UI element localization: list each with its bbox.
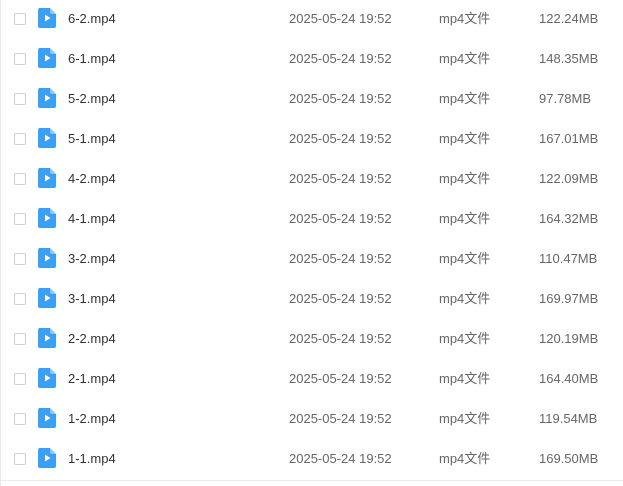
modified-date: 2025-05-24 19:52: [289, 371, 392, 386]
row-checkbox[interactable]: [14, 13, 26, 25]
row-checkbox[interactable]: [14, 213, 26, 225]
file-name-link[interactable]: 6-1.mp4: [68, 40, 116, 80]
file-row[interactable]: 2-1.mp4 2025-05-24 19:52 mp4文件 164.40MB: [1, 360, 623, 400]
video-file-icon: [38, 408, 56, 428]
file-row[interactable]: 1-1.mp4 2025-05-24 19:52 mp4文件 169.50MB: [1, 440, 623, 480]
file-size: 164.32MB: [539, 211, 599, 226]
file-row[interactable]: 1-2.mp4 2025-05-24 19:52 mp4文件 119.54MB: [1, 400, 623, 440]
row-checkbox[interactable]: [14, 373, 26, 385]
file-type: mp4文件: [439, 291, 491, 306]
file-name-link[interactable]: 2-2.mp4: [68, 320, 116, 360]
video-file-icon: [38, 48, 56, 68]
file-row[interactable]: 6-2.mp4 2025-05-24 19:52 mp4文件 122.24MB: [1, 0, 623, 40]
modified-date: 2025-05-24 19:52: [289, 251, 392, 266]
modified-date: 2025-05-24 19:52: [289, 291, 392, 306]
file-row[interactable]: 5-1.mp4 2025-05-24 19:52 mp4文件 167.01MB: [1, 120, 623, 160]
file-type: mp4文件: [439, 171, 491, 186]
video-file-icon: [38, 168, 56, 188]
file-row[interactable]: 5-2.mp4 2025-05-24 19:52 mp4文件 97.78MB: [1, 80, 623, 120]
file-name-link[interactable]: 3-2.mp4: [68, 240, 116, 280]
file-name-link[interactable]: 6-2.mp4: [68, 0, 116, 40]
file-row[interactable]: 3-1.mp4 2025-05-24 19:52 mp4文件 169.97MB: [1, 280, 623, 320]
row-checkbox[interactable]: [14, 93, 26, 105]
row-checkbox[interactable]: [14, 133, 26, 145]
modified-date: 2025-05-24 19:52: [289, 51, 392, 66]
row-checkbox[interactable]: [14, 173, 26, 185]
row-checkbox[interactable]: [14, 453, 26, 465]
file-type: mp4文件: [439, 331, 491, 346]
row-checkbox[interactable]: [14, 333, 26, 345]
row-checkbox[interactable]: [14, 413, 26, 425]
file-size: 164.40MB: [539, 371, 599, 386]
file-name-link[interactable]: 3-1.mp4: [68, 280, 116, 320]
video-file-icon: [38, 448, 56, 468]
modified-date: 2025-05-24 19:52: [289, 331, 392, 346]
modified-date: 2025-05-24 19:52: [289, 171, 392, 186]
file-name-link[interactable]: 5-1.mp4: [68, 120, 116, 160]
video-file-icon: [38, 128, 56, 148]
file-size: 122.09MB: [539, 171, 599, 186]
file-size: 119.54MB: [539, 411, 598, 426]
file-row[interactable]: 4-2.mp4 2025-05-24 19:52 mp4文件 122.09MB: [1, 160, 623, 200]
modified-date: 2025-05-24 19:52: [289, 451, 392, 466]
file-type: mp4文件: [439, 91, 491, 106]
modified-date: 2025-05-24 19:52: [289, 91, 392, 106]
file-name-link[interactable]: 2-1.mp4: [68, 360, 116, 400]
file-type: mp4文件: [439, 51, 491, 66]
file-row[interactable]: 4-1.mp4 2025-05-24 19:52 mp4文件 164.32MB: [1, 200, 623, 240]
row-checkbox[interactable]: [14, 53, 26, 65]
file-name-link[interactable]: 5-2.mp4: [68, 80, 116, 120]
list-bottom-divider: [0, 480, 623, 481]
file-size: 169.97MB: [539, 291, 599, 306]
video-file-icon: [38, 368, 56, 388]
video-file-icon: [38, 88, 56, 108]
modified-date: 2025-05-24 19:52: [289, 211, 392, 226]
file-type: mp4文件: [439, 251, 491, 266]
file-name-link[interactable]: 1-1.mp4: [68, 440, 116, 480]
file-name-link[interactable]: 4-2.mp4: [68, 160, 116, 200]
modified-date: 2025-05-24 19:52: [289, 411, 392, 426]
video-file-icon: [38, 208, 56, 228]
modified-date: 2025-05-24 19:52: [289, 11, 392, 26]
file-type: mp4文件: [439, 411, 491, 426]
row-checkbox[interactable]: [14, 253, 26, 265]
file-name-link[interactable]: 1-2.mp4: [68, 400, 116, 440]
file-list: 6-2.mp4 2025-05-24 19:52 mp4文件 122.24MB …: [0, 0, 623, 486]
row-checkbox[interactable]: [14, 293, 26, 305]
file-type: mp4文件: [439, 211, 491, 226]
file-row[interactable]: 3-2.mp4 2025-05-24 19:52 mp4文件 110.47MB: [1, 240, 623, 280]
modified-date: 2025-05-24 19:52: [289, 131, 392, 146]
file-size: 110.47MB: [539, 251, 598, 266]
file-row[interactable]: 2-2.mp4 2025-05-24 19:52 mp4文件 120.19MB: [1, 320, 623, 360]
file-type: mp4文件: [439, 11, 491, 26]
video-file-icon: [38, 328, 56, 348]
file-size: 169.50MB: [539, 451, 599, 466]
file-type: mp4文件: [439, 451, 491, 466]
video-file-icon: [38, 288, 56, 308]
file-name-link[interactable]: 4-1.mp4: [68, 200, 116, 240]
file-size: 148.35MB: [539, 51, 599, 66]
file-size: 97.78MB: [539, 91, 592, 106]
file-row[interactable]: 6-1.mp4 2025-05-24 19:52 mp4文件 148.35MB: [1, 40, 623, 80]
file-size: 122.24MB: [539, 11, 599, 26]
file-size: 167.01MB: [539, 131, 599, 146]
video-file-icon: [38, 8, 56, 28]
video-file-icon: [38, 248, 56, 268]
file-type: mp4文件: [439, 371, 491, 386]
file-type: mp4文件: [439, 131, 491, 146]
file-size: 120.19MB: [539, 331, 599, 346]
